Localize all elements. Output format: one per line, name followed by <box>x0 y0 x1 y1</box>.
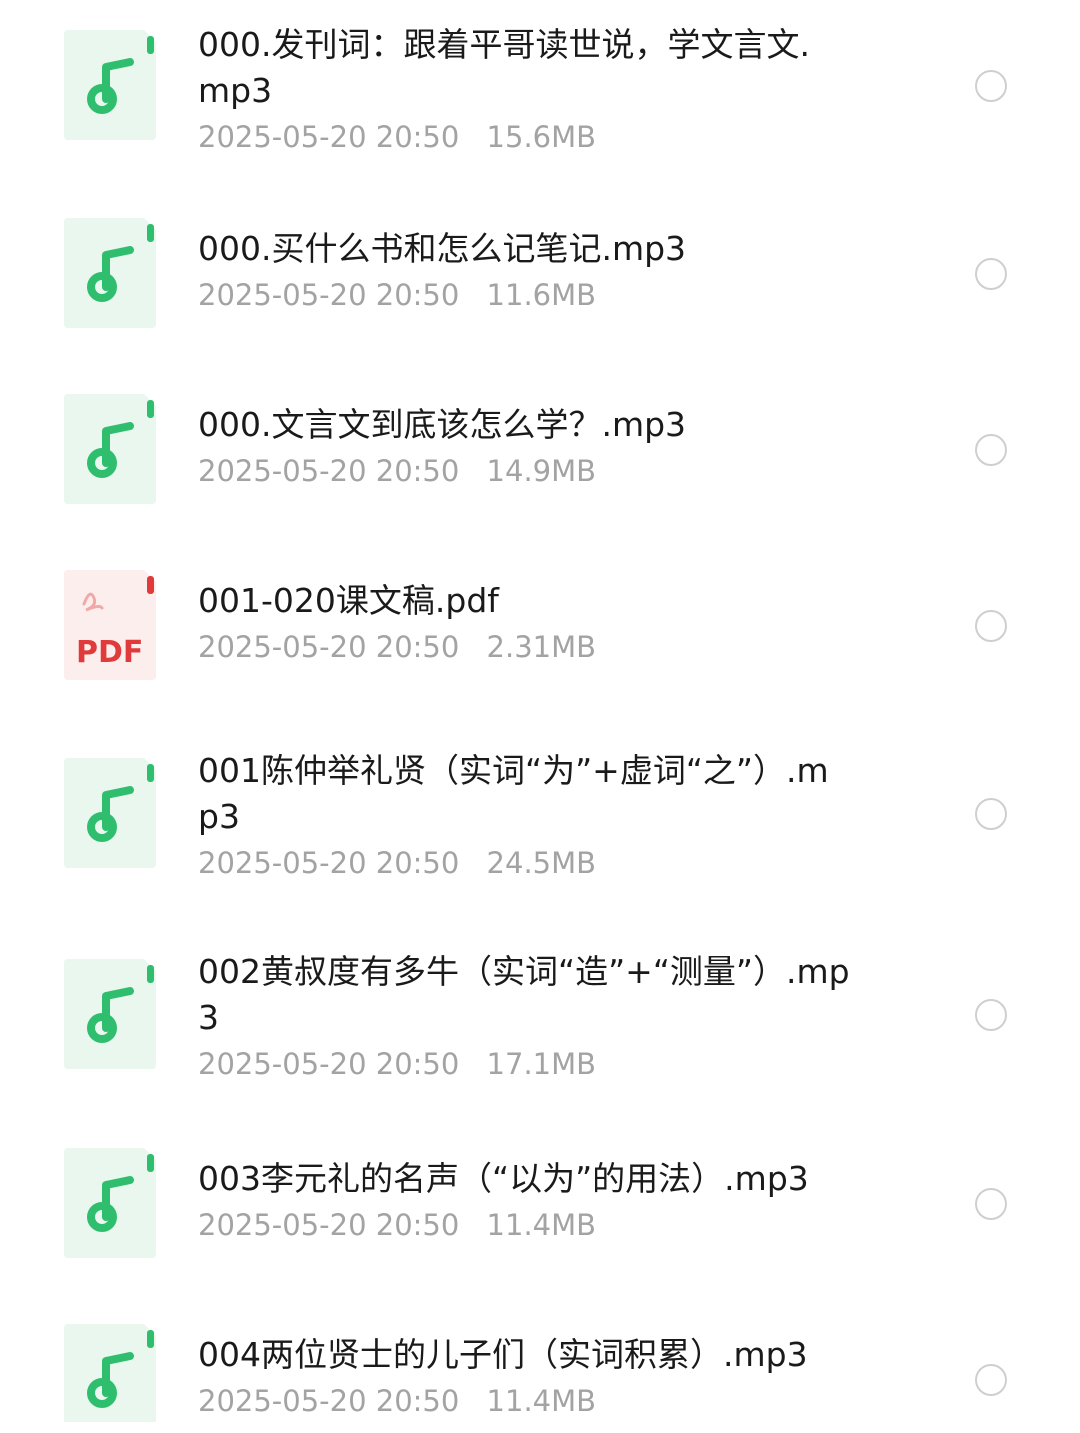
pdf-icon: PDF <box>64 570 156 680</box>
file-size: 11.4MB <box>486 1208 597 1242</box>
music-note-icon <box>64 1324 156 1422</box>
music-note-icon <box>64 218 156 328</box>
file-date: 2025-05-20 20:50 <box>198 278 460 312</box>
file-date: 2025-05-20 20:50 <box>198 630 460 664</box>
file-size: 2.31MB <box>486 630 597 664</box>
file-date: 2025-05-20 20:50 <box>198 1047 460 1081</box>
music-note-icon <box>64 30 156 140</box>
pdf-icon-label: PDF <box>76 635 143 670</box>
file-meta: 2025-05-20 20:50 15.6MB <box>198 116 898 158</box>
file-meta: 2025-05-20 20:50 11.4MB <box>198 1380 898 1422</box>
file-name: 002黄叔度有多牛（实词“造”+“测量”）.mp 3 <box>198 952 850 1037</box>
file-size: 14.9MB <box>486 454 597 488</box>
select-radio[interactable] <box>975 258 1007 290</box>
file-name: 000.买什么书和怎么记笔记.mp3 <box>198 229 687 268</box>
music-note-icon <box>64 394 156 504</box>
file-meta: 2025-05-20 20:50 11.4MB <box>198 1204 898 1246</box>
select-radio[interactable] <box>975 70 1007 102</box>
file-name: 003李元礼的名声（“以为”的用法）.mp3 <box>198 1159 809 1198</box>
file-date: 2025-05-20 20:50 <box>198 120 460 154</box>
file-size: 24.5MB <box>486 846 597 880</box>
select-radio[interactable] <box>975 798 1007 830</box>
file-date: 2025-05-20 20:50 <box>198 1208 460 1242</box>
file-meta: 2025-05-20 20:50 17.1MB <box>198 1043 898 1085</box>
file-date: 2025-05-20 20:50 <box>198 846 460 880</box>
select-radio[interactable] <box>975 1188 1007 1220</box>
select-radio[interactable] <box>975 434 1007 466</box>
file-name: 004两位贤士的儿子们（实词积累）.mp3 <box>198 1335 808 1374</box>
file-date: 2025-05-20 20:50 <box>198 454 460 488</box>
file-name: 000.文言文到底该怎么学？.mp3 <box>198 405 687 444</box>
file-size: 11.4MB <box>486 1384 597 1418</box>
file-meta: 2025-05-20 20:50 2.31MB <box>198 626 898 668</box>
file-name: 001-020课文稿.pdf <box>198 581 499 620</box>
music-note-icon <box>64 959 156 1069</box>
select-radio[interactable] <box>975 1364 1007 1396</box>
file-meta: 2025-05-20 20:50 11.6MB <box>198 274 898 316</box>
select-radio[interactable] <box>975 999 1007 1031</box>
file-list: 000.发刊词：跟着平哥读世说，学文言文. mp3 2025-05-20 20:… <box>0 0 1080 1433</box>
file-size: 11.6MB <box>486 278 597 312</box>
file-date: 2025-05-20 20:50 <box>198 1384 460 1418</box>
file-name: 000.发刊词：跟着平哥读世说，学文言文. mp3 <box>198 25 810 110</box>
file-size: 15.6MB <box>486 120 597 154</box>
file-meta: 2025-05-20 20:50 24.5MB <box>198 842 898 884</box>
file-name: 001陈仲举礼贤（实词“为”+虚词“之”）.m p3 <box>198 751 829 836</box>
file-meta: 2025-05-20 20:50 14.9MB <box>198 450 898 492</box>
select-radio[interactable] <box>975 610 1007 642</box>
music-note-icon <box>64 758 156 868</box>
file-size: 17.1MB <box>486 1047 597 1081</box>
music-note-icon <box>64 1148 156 1258</box>
